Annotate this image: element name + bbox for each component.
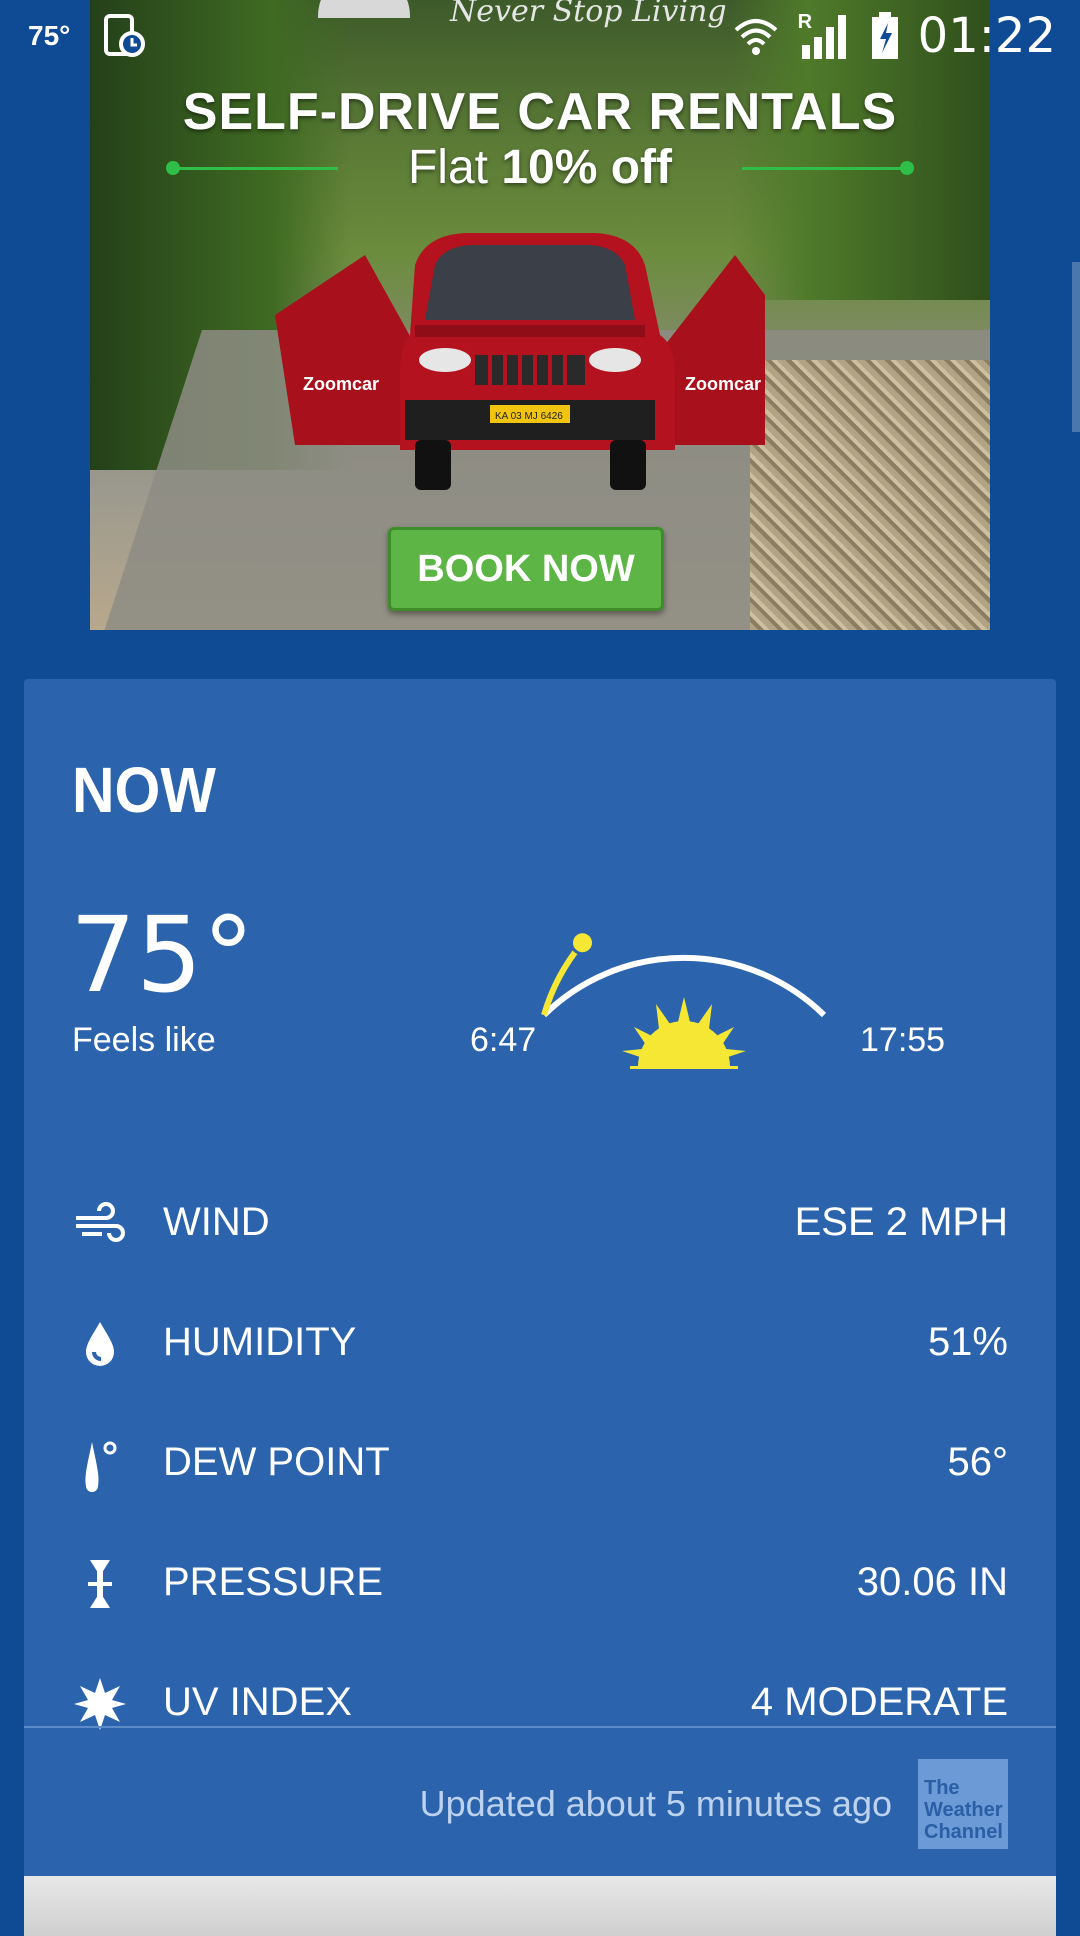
ad-subtitle: Flat 10% off xyxy=(90,140,990,195)
ad-subtitle-discount: 10% off xyxy=(501,141,673,194)
wifi-icon xyxy=(734,19,778,55)
status-temperature: 75° xyxy=(28,20,71,51)
feels-like-label: Feels like xyxy=(72,1021,216,1059)
uv-sun-icon xyxy=(74,1678,126,1730)
license-plate: KA 03 MJ 6426 xyxy=(495,411,563,422)
detail-row-uv-index: UV INDEX 4 MODERATE xyxy=(24,1650,1056,1750)
dew-point-icon xyxy=(85,1441,117,1492)
detail-value: 51% xyxy=(927,1320,1008,1364)
detail-label: UV INDEX xyxy=(163,1680,352,1724)
status-bar: 75° R 01:22 xyxy=(0,0,1080,72)
door-brand-left: Zoomcar xyxy=(303,374,379,394)
current-conditions-card: NOW 75° Feels like 6:47 17:55 WIND ESE 2… xyxy=(24,679,1056,1879)
sunset-time: 17:55 xyxy=(860,1021,946,1059)
door-brand-right: Zoomcar xyxy=(685,374,761,394)
detail-label: HUMIDITY xyxy=(163,1320,357,1364)
detail-row-humidity: HUMIDITY 51% xyxy=(24,1290,1056,1390)
network-type-indicator: R xyxy=(798,11,852,61)
detail-value: ESE 2 MPH xyxy=(794,1200,1008,1244)
scrollbar-thumb[interactable] xyxy=(1072,262,1080,432)
weather-channel-logo[interactable]: The Weather Channel xyxy=(918,1759,1008,1849)
wind-icon xyxy=(76,1202,125,1242)
detail-value: 56° xyxy=(947,1440,1009,1484)
updated-timestamp: Updated about 5 minutes ago xyxy=(419,1783,892,1824)
detail-label: PRESSURE xyxy=(163,1560,384,1604)
detail-value: 4 MODERATE xyxy=(750,1680,1008,1724)
pressure-icon xyxy=(88,1560,112,1608)
humidity-drop-icon xyxy=(86,1322,114,1366)
detail-row-dew-point: DEW POINT 56° xyxy=(24,1410,1056,1510)
detail-label: DEW POINT xyxy=(163,1440,390,1484)
current-temperature: 75° xyxy=(70,894,255,1016)
ad-banner[interactable]: Never Stop Living SELF-DRIVE CAR RENTALS… xyxy=(90,0,990,630)
next-card-preview[interactable] xyxy=(24,1876,1056,1936)
signal-icon xyxy=(801,15,846,59)
ad-subtitle-prefix: Flat xyxy=(407,141,502,194)
car-image: Zoomcar Zoomcar KA 03 MJ 6426 xyxy=(275,233,765,490)
detail-value: 30.06 IN xyxy=(856,1560,1008,1604)
detail-label: WIND xyxy=(163,1200,270,1244)
sunrise-time: 6:47 xyxy=(470,1021,537,1059)
book-now-button[interactable]: BOOK NOW xyxy=(388,527,664,611)
sun-icon xyxy=(622,997,746,1069)
status-right-group: R 01:22 xyxy=(732,8,1056,64)
card-divider xyxy=(24,1726,1056,1728)
detail-row-pressure: PRESSURE 30.06 IN xyxy=(24,1530,1056,1630)
ad-title: SELF-DRIVE CAR RENTALS xyxy=(182,83,898,141)
ad-gravel xyxy=(750,360,990,630)
notification-clock-icon xyxy=(104,14,145,57)
battery-icon xyxy=(871,12,898,59)
sun-position-marker xyxy=(570,930,595,956)
section-title: NOW xyxy=(72,754,216,826)
status-time: 01:22 xyxy=(917,8,1056,64)
detail-row-wind: WIND ESE 2 MPH xyxy=(24,1170,1056,1270)
